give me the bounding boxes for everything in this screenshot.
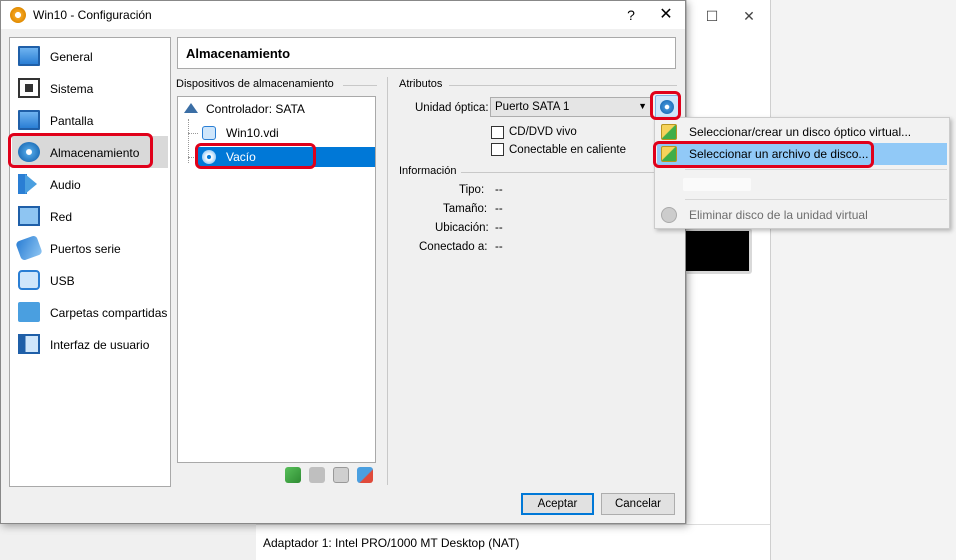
page-title: Almacenamiento bbox=[186, 46, 291, 61]
ok-button[interactable]: Aceptar bbox=[521, 493, 594, 515]
hot-plug-checkbox[interactable] bbox=[491, 143, 504, 156]
group-divider bbox=[461, 172, 677, 173]
tree-item-controller[interactable]: Controlador: SATA bbox=[180, 99, 374, 119]
live-cd-checkbox[interactable] bbox=[491, 126, 504, 139]
remove-controller-icon[interactable] bbox=[309, 467, 325, 483]
usb-icon bbox=[18, 270, 40, 290]
menu-item-label: Seleccionar/crear un disco óptico virtua… bbox=[689, 125, 912, 139]
tree-item-label: Controlador: SATA bbox=[206, 102, 305, 116]
chip-icon bbox=[18, 78, 40, 98]
shared-folder-icon bbox=[18, 302, 40, 322]
hot-plug-label: Conectable en caliente bbox=[509, 144, 626, 156]
category-display[interactable]: Pantalla bbox=[12, 104, 168, 136]
category-label: Puertos serie bbox=[50, 242, 121, 256]
display-icon bbox=[18, 110, 40, 130]
menu-item-redacted bbox=[683, 178, 751, 191]
live-cd-label: CD/DVD vivo bbox=[509, 126, 577, 138]
vm-preview bbox=[682, 228, 752, 274]
size-label: Tamaño: bbox=[443, 203, 488, 215]
tree-item-label: Win10.vdi bbox=[226, 126, 279, 140]
add-controller-icon[interactable] bbox=[285, 467, 301, 483]
menu-separator bbox=[685, 169, 947, 170]
remove-disk-icon bbox=[661, 207, 677, 223]
chevron-down-icon: ▼ bbox=[638, 101, 647, 111]
menu-separator bbox=[685, 199, 947, 200]
group-divider bbox=[449, 85, 677, 86]
storage-devices-label: Dispositivos de almacenamiento bbox=[176, 78, 334, 90]
virtualbox-settings-icon bbox=[10, 7, 26, 23]
controller-icon bbox=[184, 103, 198, 113]
optical-drive-select[interactable]: Puerto SATA 1 ▼ bbox=[490, 97, 652, 117]
category-usb[interactable]: USB bbox=[12, 264, 168, 296]
background-maximize-button[interactable]: ☐ bbox=[702, 6, 722, 26]
group-divider bbox=[343, 85, 377, 86]
disk-image-icon bbox=[661, 124, 677, 140]
category-label: General bbox=[50, 50, 93, 64]
highlight-empty-optical bbox=[195, 143, 316, 169]
category-network[interactable]: Red bbox=[12, 200, 168, 232]
category-system[interactable]: Sistema bbox=[12, 72, 168, 104]
menu-item-create-optical-disk[interactable]: Seleccionar/crear un disco óptico virtua… bbox=[657, 121, 947, 143]
help-button[interactable]: ? bbox=[621, 5, 641, 25]
highlight-storage-category bbox=[8, 133, 153, 168]
network-adapter-text: Adaptador 1: Intel PRO/1000 MT Desktop (… bbox=[263, 536, 520, 550]
location-label: Ubicación: bbox=[435, 222, 489, 234]
panel-divider bbox=[387, 77, 388, 485]
user-interface-icon bbox=[18, 334, 40, 354]
menu-item-label: Eliminar disco de la unidad virtual bbox=[689, 208, 868, 222]
section-header: Almacenamiento bbox=[177, 37, 676, 69]
type-label: Tipo: bbox=[459, 184, 485, 196]
category-label: Carpetas compartidas bbox=[50, 306, 168, 320]
storage-toolbar bbox=[285, 467, 377, 485]
category-label: Sistema bbox=[50, 82, 94, 96]
category-label: Pantalla bbox=[50, 114, 94, 128]
dialog-titlebar: Win10 - Configuración ? ✕ bbox=[1, 1, 685, 29]
category-label: Interfaz de usuario bbox=[50, 338, 150, 352]
category-user-interface[interactable]: Interfaz de usuario bbox=[12, 328, 168, 360]
attached-to-label: Conectado a: bbox=[419, 241, 488, 253]
menu-item-remove-disk: Eliminar disco de la unidad virtual bbox=[657, 204, 947, 226]
category-label: Red bbox=[50, 210, 73, 224]
category-serial-ports[interactable]: Puertos serie bbox=[12, 232, 168, 264]
monitor-icon bbox=[18, 46, 40, 66]
settings-dialog: Win10 - Configuración ? ✕ General Sistem… bbox=[0, 0, 686, 524]
category-shared-folders[interactable]: Carpetas compartidas bbox=[12, 296, 168, 328]
highlight-choose-disk-button bbox=[650, 91, 681, 120]
information-label: Información bbox=[399, 165, 457, 177]
category-list: General Sistema Pantalla Almacenamiento … bbox=[9, 37, 171, 487]
attributes-label: Atributos bbox=[399, 78, 443, 90]
background-close-button[interactable]: ✕ bbox=[739, 6, 759, 26]
type-value: -- bbox=[495, 184, 503, 196]
cancel-button[interactable]: Cancelar bbox=[601, 493, 675, 515]
serial-port-icon bbox=[15, 234, 43, 262]
category-label: USB bbox=[50, 274, 75, 288]
category-general[interactable]: General bbox=[12, 40, 168, 72]
tree-item-disk[interactable]: Win10.vdi bbox=[198, 123, 374, 143]
disk-context-menu: Seleccionar/crear un disco óptico virtua… bbox=[654, 117, 950, 229]
hard-disk-icon bbox=[202, 126, 216, 140]
category-label: Audio bbox=[50, 178, 81, 192]
size-value: -- bbox=[495, 203, 503, 215]
add-attachment-icon[interactable] bbox=[333, 467, 349, 483]
highlight-choose-disk-file bbox=[653, 141, 874, 168]
speaker-icon bbox=[18, 174, 40, 194]
background-side bbox=[770, 0, 956, 560]
background-panel bbox=[686, 0, 770, 560]
close-button[interactable]: ✕ bbox=[656, 5, 676, 25]
network-icon bbox=[18, 206, 40, 226]
attached-to-value: -- bbox=[495, 241, 503, 253]
category-audio[interactable]: Audio bbox=[12, 168, 168, 200]
optical-drive-label: Unidad óptica: bbox=[415, 102, 489, 114]
location-value: -- bbox=[495, 222, 503, 234]
optical-drive-value: Puerto SATA 1 bbox=[495, 101, 570, 113]
remove-attachment-icon[interactable] bbox=[357, 467, 373, 483]
tree-connector bbox=[188, 133, 198, 134]
dialog-title: Win10 - Configuración bbox=[33, 8, 152, 22]
